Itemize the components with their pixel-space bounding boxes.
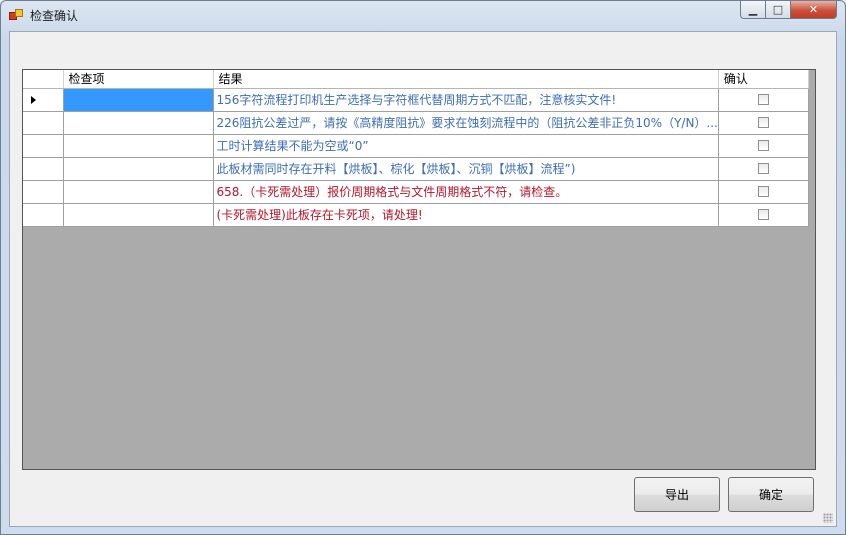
cell-check-item[interactable]	[63, 203, 214, 227]
cell-check-item[interactable]	[63, 180, 214, 204]
row-header[interactable]	[23, 180, 64, 204]
cell-result[interactable]: (卡死需处理)此板存在卡死项，请处理!	[213, 203, 719, 227]
table-row[interactable]: 658.（卡死需处理）报价周期格式与文件周期格式不符，请检查。	[23, 180, 809, 204]
table-row[interactable]: (卡死需处理)此板存在卡死项，请处理!	[23, 203, 809, 227]
cell-confirm	[718, 180, 809, 204]
minimize-icon: ▁	[748, 3, 758, 16]
maximize-button[interactable]: □	[766, 1, 791, 19]
cell-result[interactable]: 658.（卡死需处理）报价周期格式与文件周期格式不符，请检查。	[213, 180, 719, 204]
table-row[interactable]: 226阻抗公差过严，请按《高精度阻抗》要求在蚀刻流程中的（阻抗公差非正负10%（…	[23, 111, 809, 135]
resize-grip[interactable]	[823, 513, 833, 523]
current-row-pointer-icon	[31, 95, 36, 104]
cell-confirm	[718, 134, 809, 158]
export-button-label: 导出	[664, 488, 689, 502]
cell-confirm	[718, 157, 809, 181]
ok-button-label: 确定	[758, 488, 783, 502]
app-icon	[9, 9, 23, 21]
row-header[interactable]	[23, 203, 64, 227]
row-header[interactable]	[23, 88, 64, 112]
minimize-button[interactable]: ▁	[740, 1, 766, 19]
cell-check-item[interactable]	[63, 134, 214, 158]
close-button[interactable]: ✕	[791, 1, 837, 19]
ok-button[interactable]: 确定	[728, 477, 814, 512]
cell-confirm	[718, 88, 809, 112]
cell-result[interactable]: 工时计算结果不能为空或“0”	[213, 134, 719, 158]
column-header-confirm[interactable]: 确认	[718, 70, 809, 89]
confirm-checkbox[interactable]	[757, 140, 769, 151]
caption-buttons: ▁ □ ✕	[740, 1, 837, 21]
table-row[interactable]: 工时计算结果不能为空或“0”	[23, 134, 809, 158]
cell-check-item[interactable]	[63, 111, 214, 135]
dialog-client-area: 检查项 结果 确认 156字符流程打印机生产选择与字符框代替周期方式不匹配，注意…	[9, 31, 837, 527]
cell-confirm	[718, 111, 809, 135]
cell-check-item[interactable]	[63, 157, 214, 181]
table-row[interactable]: 156字符流程打印机生产选择与字符框代替周期方式不匹配，注意核实文件!	[23, 88, 809, 112]
check-results-grid[interactable]: 检查项 结果 确认 156字符流程打印机生产选择与字符框代替周期方式不匹配，注意…	[22, 69, 816, 470]
column-header-result[interactable]: 结果	[213, 70, 719, 89]
row-header-corner	[23, 70, 64, 89]
cell-result[interactable]: 此板材需同时存在开料【烘板】、棕化【烘板】、沉铜【烘板】流程”)	[213, 157, 719, 181]
grid-header-row: 检查项 结果 确认	[23, 70, 809, 89]
row-header[interactable]	[23, 157, 64, 181]
confirm-checkbox[interactable]	[757, 186, 769, 197]
column-header-check-item[interactable]: 检查项	[63, 70, 214, 89]
window-title: 检查确认	[30, 9, 79, 23]
row-header[interactable]	[23, 111, 64, 135]
confirm-checkbox[interactable]	[757, 163, 769, 174]
confirm-checkbox[interactable]	[757, 209, 769, 220]
title-bar[interactable]: 检查确认 ▁ □ ✕	[1, 1, 845, 29]
table-row[interactable]: 此板材需同时存在开料【烘板】、棕化【烘板】、沉铜【烘板】流程”)	[23, 157, 809, 181]
cell-result[interactable]: 156字符流程打印机生产选择与字符框代替周期方式不匹配，注意核实文件!	[213, 88, 719, 112]
cell-check-item[interactable]	[63, 88, 214, 112]
close-icon: ✕	[808, 3, 819, 16]
dialog-window: 检查确认 ▁ □ ✕ 检查项 结果 确认 156字符流程打印机生产选择与字符框代…	[0, 0, 846, 535]
export-button[interactable]: 导出	[634, 477, 720, 512]
cell-confirm	[718, 203, 809, 227]
row-header[interactable]	[23, 134, 64, 158]
confirm-checkbox[interactable]	[757, 117, 769, 128]
confirm-checkbox[interactable]	[757, 94, 769, 105]
cell-result[interactable]: 226阻抗公差过严，请按《高精度阻抗》要求在蚀刻流程中的（阻抗公差非正负10%（…	[213, 111, 719, 135]
maximize-icon: □	[772, 3, 784, 16]
grid-table: 检查项 结果 确认 156字符流程打印机生产选择与字符框代替周期方式不匹配，注意…	[23, 70, 809, 227]
